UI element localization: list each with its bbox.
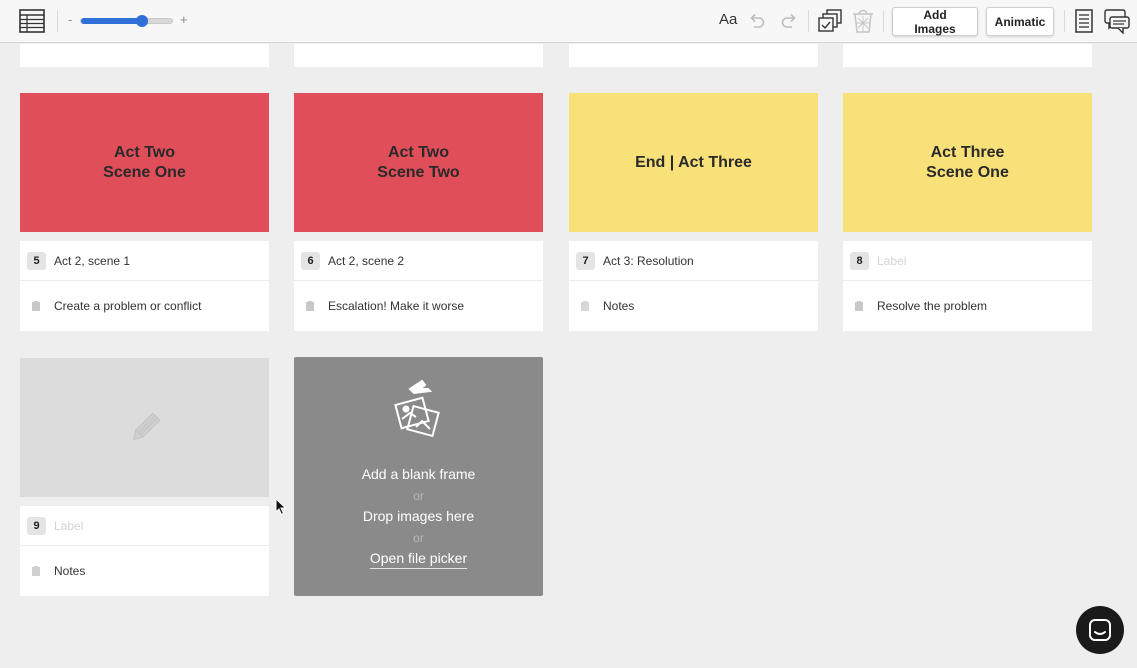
clipboard-icon xyxy=(581,300,589,311)
clipboard-icon xyxy=(855,300,863,311)
storyboard-card-8[interactable]: Act Three Scene One xyxy=(843,93,1092,232)
notes-placeholder[interactable]: Notes xyxy=(603,299,634,313)
add-images-icon xyxy=(394,379,440,438)
redo-icon[interactable] xyxy=(780,12,798,30)
frame-title-line2: Scene One xyxy=(103,163,186,181)
mouse-cursor-icon xyxy=(275,498,287,516)
storyboard-card-6[interactable]: Act Two Scene Two xyxy=(294,93,543,232)
chat-icon xyxy=(1089,619,1111,641)
toolbar: - + Aa Add Images Animatic xyxy=(0,0,1137,43)
frame-image[interactable]: Act Two Scene One xyxy=(20,93,269,232)
card-meta: 8 Label Resolve the problem xyxy=(843,241,1092,331)
script-document-icon[interactable] xyxy=(1075,9,1093,33)
clipboard-icon xyxy=(32,565,40,576)
animatic-button[interactable]: Animatic xyxy=(986,7,1054,36)
comments-icon[interactable] xyxy=(1104,9,1130,34)
drop-images-text: Drop images here xyxy=(362,508,475,524)
card-meta-cutoff xyxy=(294,44,543,67)
undo-icon[interactable] xyxy=(748,12,766,30)
toolbar-divider xyxy=(808,10,809,32)
zoom-slider-fill xyxy=(81,18,142,24)
frame-number-badge: 6 xyxy=(301,251,320,270)
notes-row[interactable]: Escalation! Make it worse xyxy=(294,281,543,330)
frame-label[interactable]: Act 2, scene 1 xyxy=(54,254,130,268)
label-row[interactable]: 8 Label xyxy=(843,241,1092,281)
frame-title-line2: Scene One xyxy=(926,163,1009,181)
frame-notes[interactable]: Create a problem or conflict xyxy=(54,299,201,313)
clipboard-icon xyxy=(306,300,314,311)
zoom-slider-thumb[interactable] xyxy=(136,15,148,27)
toolbar-divider xyxy=(1064,10,1065,32)
frame-number-badge: 9 xyxy=(27,516,46,535)
label-row[interactable]: 6 Act 2, scene 2 xyxy=(294,241,543,281)
frame-title-line1: Act Two xyxy=(113,143,175,161)
open-file-picker-link[interactable]: Open file picker xyxy=(369,550,468,569)
or-separator: or xyxy=(413,489,424,503)
card-meta: 5 Act 2, scene 1 Create a problem or con… xyxy=(20,241,269,331)
toolbar-divider xyxy=(57,10,58,32)
notes-row[interactable]: Notes xyxy=(569,281,818,330)
clipboard-icon xyxy=(32,300,40,311)
frame-title-line1: Act Three xyxy=(930,143,1005,161)
label-row[interactable]: 5 Act 2, scene 1 xyxy=(20,241,269,281)
frame-label[interactable]: Act 2, scene 2 xyxy=(328,254,404,268)
card-meta-cutoff xyxy=(843,44,1092,67)
table-view-icon[interactable] xyxy=(19,9,45,33)
frame-image[interactable]: End | Act Three xyxy=(569,93,818,232)
storyboard-card-9[interactable] xyxy=(20,358,269,497)
frame-number-badge: 7 xyxy=(576,251,595,270)
frame-title-line1: End | Act Three xyxy=(635,153,752,171)
frame-number-badge: 8 xyxy=(850,251,869,270)
frame-notes[interactable]: Resolve the problem xyxy=(877,299,987,313)
frame-image[interactable]: Act Three Scene One xyxy=(843,93,1092,232)
storyboard-card-7[interactable]: End | Act Three xyxy=(569,93,818,232)
pencil-icon xyxy=(132,411,161,440)
duplicate-frames-icon[interactable] xyxy=(818,9,843,33)
notes-placeholder[interactable]: Notes xyxy=(54,564,85,578)
notes-row[interactable]: Notes xyxy=(20,546,269,595)
frame-notes[interactable]: Escalation! Make it worse xyxy=(328,299,464,313)
frame-image-empty[interactable] xyxy=(20,358,269,497)
add-blank-frame-link[interactable]: Add a blank frame xyxy=(362,466,476,482)
label-row[interactable]: 7 Act 3: Resolution xyxy=(569,241,818,281)
label-placeholder[interactable]: Label xyxy=(877,254,906,268)
label-row[interactable]: 9 Label xyxy=(20,506,269,546)
card-meta-cutoff xyxy=(20,44,269,67)
font-size-toggle[interactable]: Aa xyxy=(719,11,737,28)
label-placeholder[interactable]: Label xyxy=(54,519,83,533)
frame-number-badge: 5 xyxy=(27,251,46,270)
notes-row[interactable]: Create a problem or conflict xyxy=(20,281,269,330)
card-meta: 7 Act 3: Resolution Notes xyxy=(569,241,818,331)
card-meta-cutoff xyxy=(569,44,818,67)
notes-row[interactable]: Resolve the problem xyxy=(843,281,1092,330)
or-separator: or xyxy=(413,531,424,545)
drop-zone[interactable]: Add a blank frame or Drop images here or… xyxy=(294,357,543,596)
frame-label[interactable]: Act 3: Resolution xyxy=(603,254,694,268)
card-meta: 9 Label Notes xyxy=(20,506,269,596)
storyboard-card-5[interactable]: Act Two Scene One xyxy=(20,93,269,232)
zoom-in-button[interactable]: + xyxy=(180,12,188,27)
trash-icon[interactable] xyxy=(851,8,875,34)
card-meta: 6 Act 2, scene 2 Escalation! Make it wor… xyxy=(294,241,543,331)
zoom-out-button[interactable]: - xyxy=(68,12,72,27)
frame-title-line1: Act Two xyxy=(387,143,449,161)
frame-title-line2: Scene Two xyxy=(377,163,460,181)
chat-launcher-button[interactable] xyxy=(1076,606,1124,654)
add-images-button[interactable]: Add Images xyxy=(892,7,978,36)
toolbar-divider xyxy=(883,10,884,32)
frame-image[interactable]: Act Two Scene Two xyxy=(294,93,543,232)
zoom-slider[interactable] xyxy=(80,15,173,27)
